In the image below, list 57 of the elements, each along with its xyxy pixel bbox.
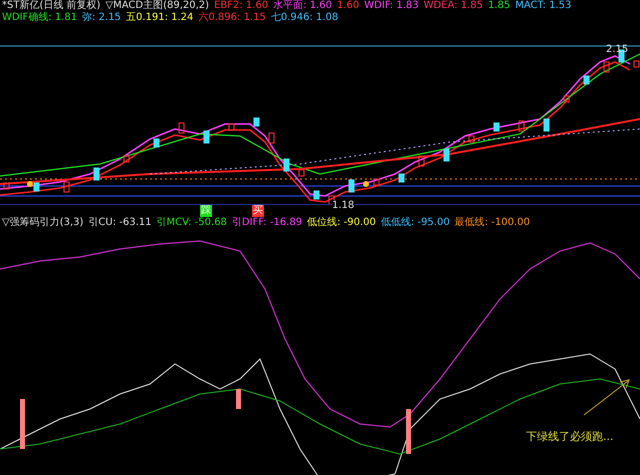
candlestick	[178, 122, 184, 134]
legend-value: 五0.191: 1.24	[126, 12, 194, 24]
signal-marker: 买	[252, 205, 264, 217]
legend-value: WDIF: 1.83	[364, 0, 419, 12]
candlestick	[518, 120, 524, 132]
candlestick	[544, 118, 550, 132]
legend-value: 1.85	[488, 0, 510, 12]
candlestick	[254, 118, 260, 126]
candlestick	[564, 96, 570, 102]
candlestick	[268, 132, 274, 144]
signal-bar	[20, 399, 25, 449]
candlestick	[34, 182, 40, 192]
annotation-text: 下绿线了必须跑...	[526, 429, 614, 444]
legend-value: 弥: 2.15	[82, 12, 121, 24]
signal-dot	[27, 181, 33, 187]
indicator-name[interactable]: ▽强筹码引力(3,3)	[2, 217, 84, 229]
legend-value: 引CU: -63.11	[88, 217, 152, 229]
candlestick	[204, 130, 210, 144]
legend-value: 1.60	[337, 0, 360, 12]
candlestick	[348, 180, 354, 192]
candlestick	[4, 182, 10, 190]
legend-value: 六0.896: 1.15	[198, 12, 266, 24]
legend-value: MACT: 1.53	[515, 0, 572, 12]
candlestick	[64, 182, 70, 192]
legend-value: WDIF确线: 1.81	[2, 12, 78, 24]
signal-bar	[236, 389, 241, 409]
legend-value: 七0.946: 1.08	[270, 12, 338, 24]
legend-value: WDEA: 1.85	[424, 0, 483, 12]
candlestick	[94, 168, 100, 180]
price-low-label: 1.18	[332, 200, 354, 211]
legend-value: 低位线: -90.00	[307, 217, 376, 229]
candlestick	[584, 76, 590, 84]
candlestick	[374, 178, 380, 186]
price-high-label: 2.15	[606, 44, 628, 55]
candlestick	[634, 60, 640, 68]
candlestick	[494, 122, 500, 132]
signal-bar	[406, 409, 411, 454]
candlestick	[418, 156, 424, 166]
legend-value: 最低线: -100.00	[454, 217, 530, 229]
signal-dot	[363, 181, 369, 187]
candlestick	[228, 124, 234, 130]
candlestick	[444, 148, 450, 162]
candlestick	[398, 174, 404, 182]
arrow-icon	[582, 377, 632, 417]
legend-value: 低低线: -95.00	[380, 217, 450, 229]
legend-value: 引MCV: -50.68	[156, 217, 227, 229]
candlestick	[124, 156, 130, 162]
legend-value: EBF2: 1.60	[214, 0, 268, 12]
legend-value: 引DIFF: -16.89	[232, 217, 302, 229]
candlestick	[604, 62, 610, 72]
candlestick	[328, 196, 334, 204]
candlestick	[298, 170, 304, 176]
candlestick	[284, 158, 290, 172]
legend-value: 水平面: 1.60	[273, 0, 332, 12]
signal-marker: 踩	[200, 205, 212, 217]
candlestick	[468, 136, 474, 142]
candlestick	[154, 138, 160, 148]
